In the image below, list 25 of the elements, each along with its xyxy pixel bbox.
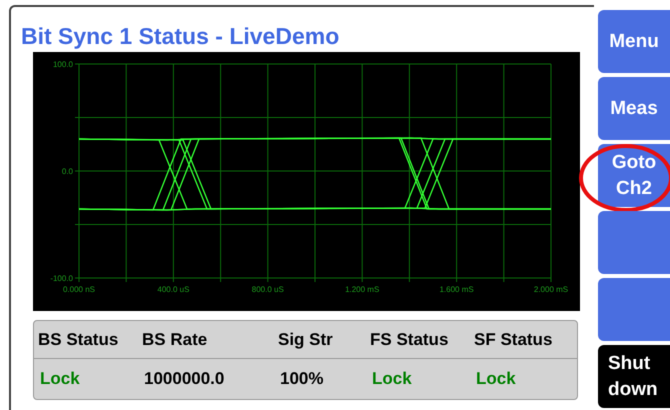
axis-label: 0.000 nS [62, 285, 96, 294]
axis-label: 1.600 mS [439, 285, 474, 294]
table-cell-text: Lock [372, 368, 413, 390]
column-header: FS Status [370, 328, 450, 351]
table-cell-text: Lock [40, 368, 81, 390]
axis-label: -100.0 [50, 274, 73, 283]
side-button[interactable] [598, 211, 670, 274]
axis-label: 0.0 [62, 167, 73, 176]
table-cell-text: 1000000.0 [144, 368, 226, 390]
page-title: Bit Sync 1 Status - LiveDemo [21, 22, 340, 50]
axis-label: 400.0 uS [157, 285, 190, 294]
side-button[interactable]: Meas [598, 77, 670, 140]
side-button[interactable] [598, 278, 670, 341]
column-header: SF Status [474, 328, 554, 351]
axis-label: 100.0 [52, 60, 73, 69]
axis-label: 800.0 uS [252, 285, 284, 294]
table-cell-text: 100% [280, 368, 324, 390]
column-header: BS Status [38, 328, 120, 351]
column-header: Sig Str [278, 328, 334, 351]
axis-label: 1.200 mS [345, 285, 380, 294]
table-cell-text: Lock [476, 368, 517, 390]
axis-label: 2.000 mS [534, 285, 568, 294]
shutdown-button[interactable]: Shut down [598, 345, 670, 408]
column-header: BS Rate [142, 328, 208, 351]
side-button[interactable]: Menu [598, 10, 670, 73]
